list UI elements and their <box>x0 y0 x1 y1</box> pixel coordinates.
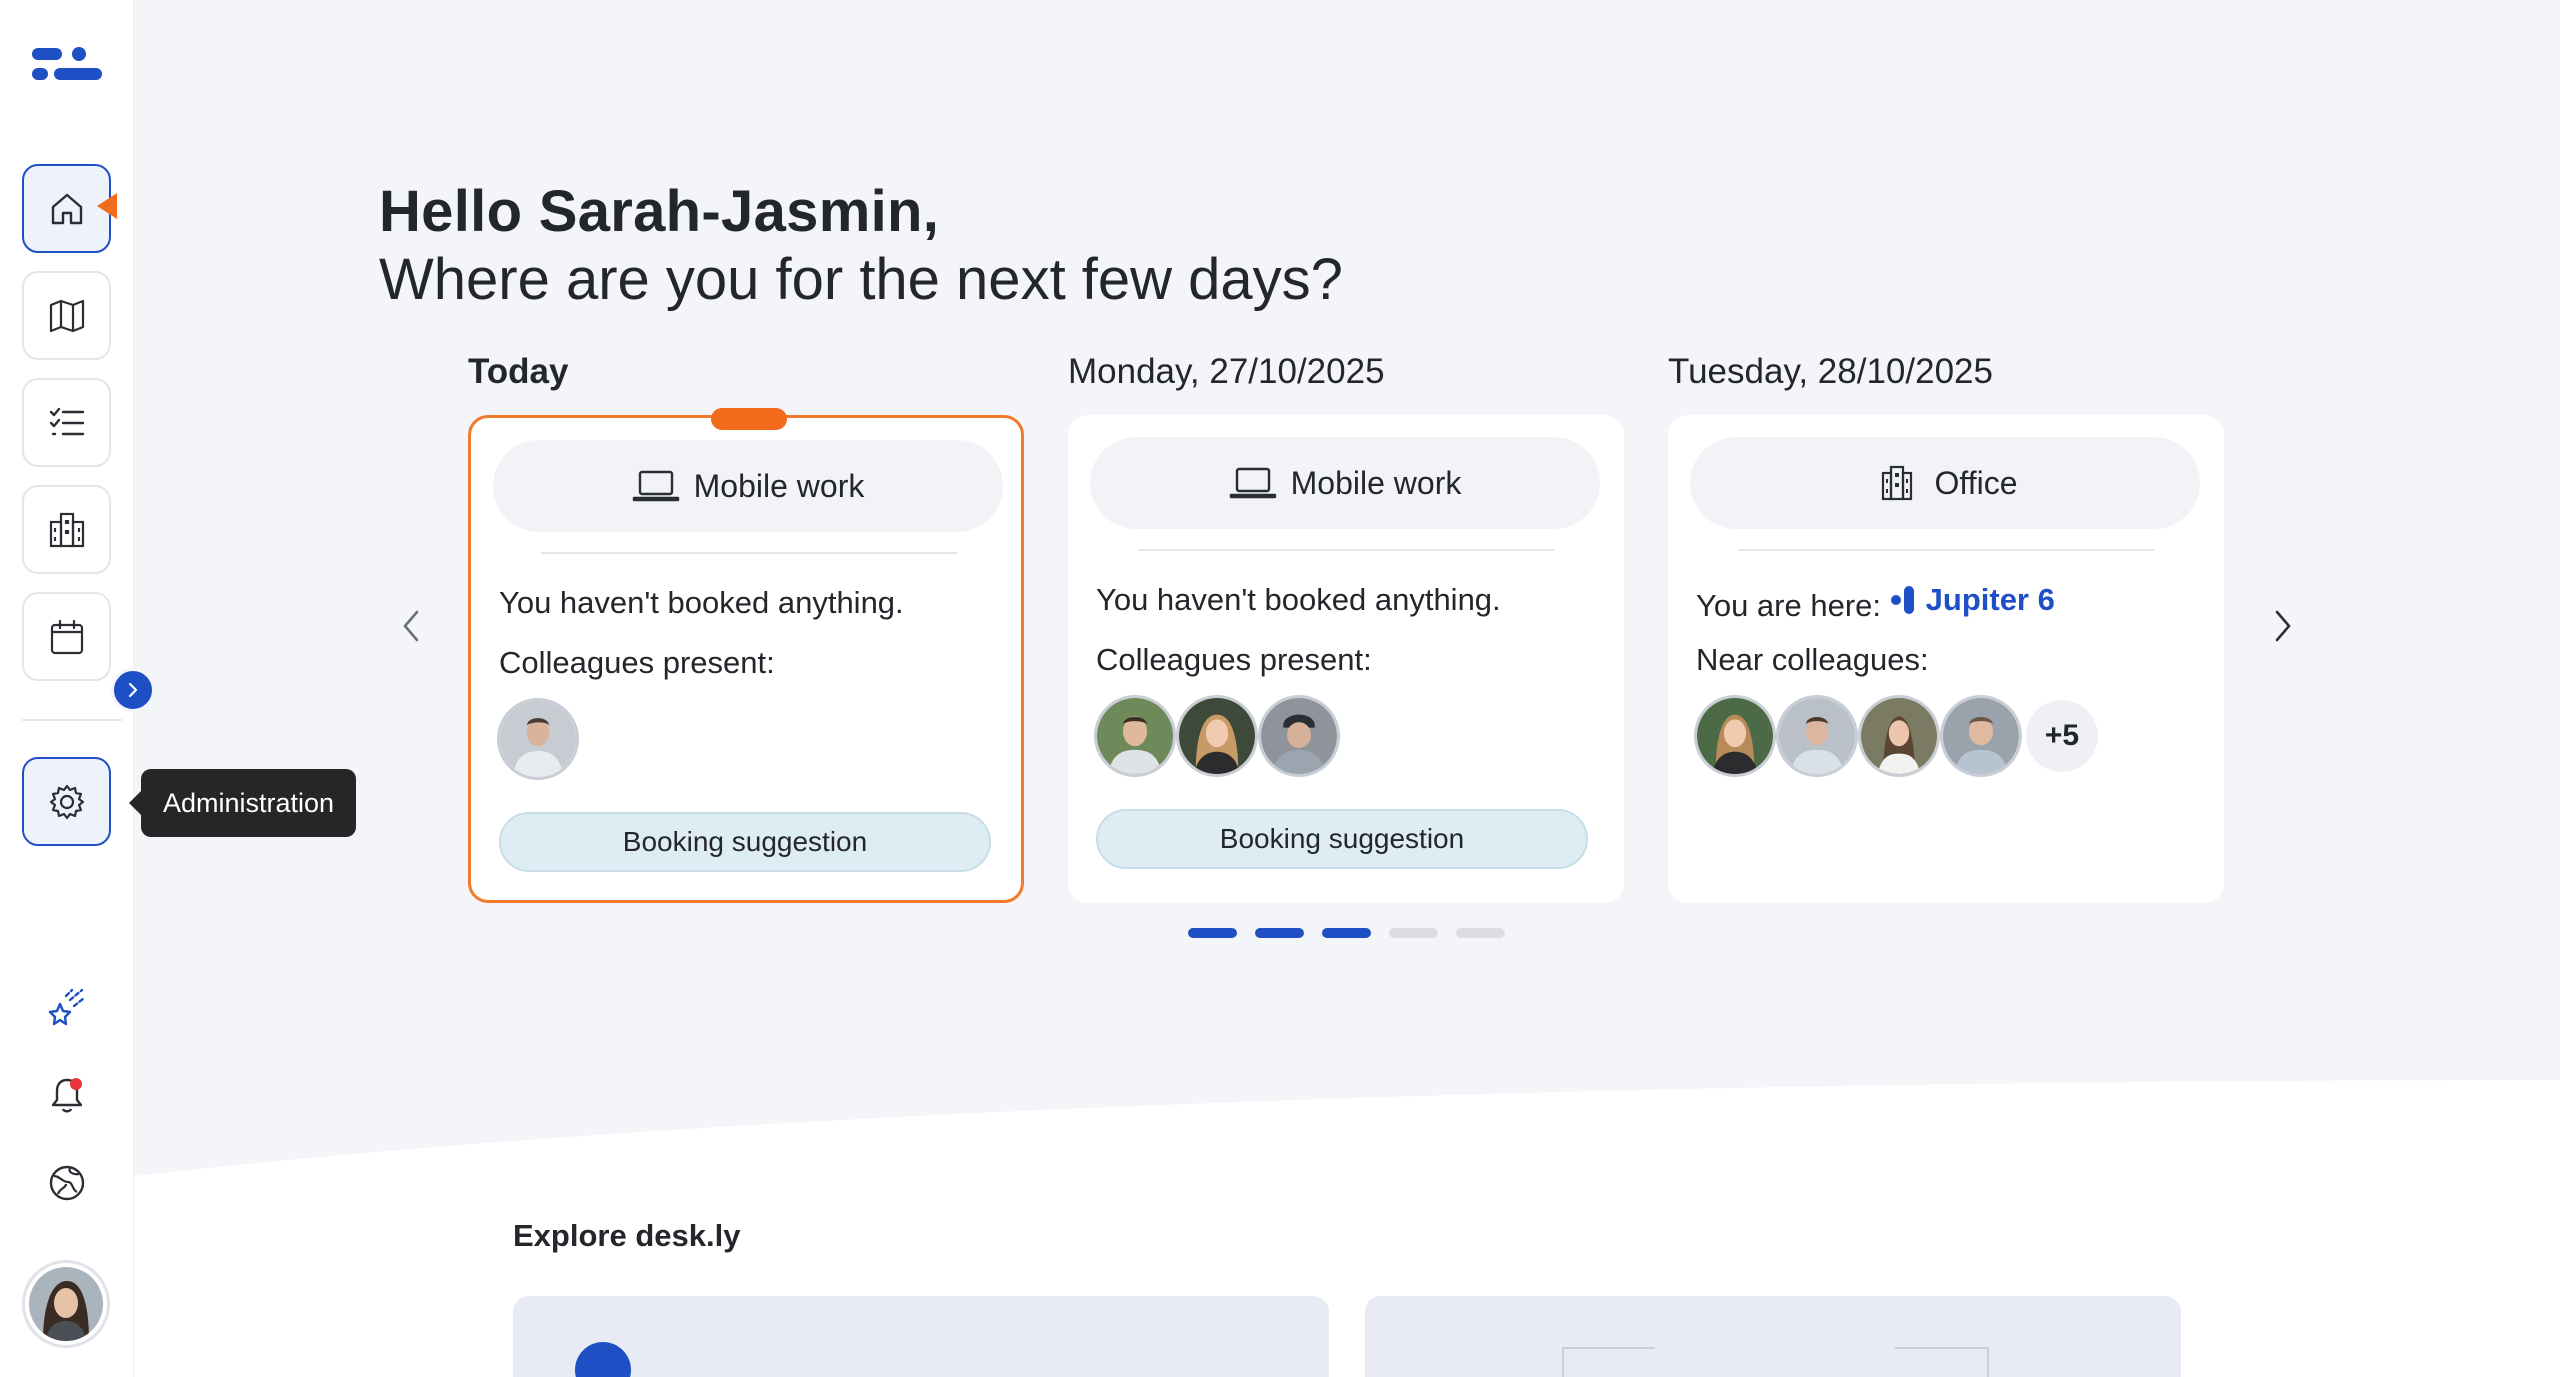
calendar-icon <box>50 619 83 654</box>
greeting-title: Hello Sarah-Jasmin, <box>379 179 940 244</box>
pagination-dot[interactable] <box>1389 928 1438 938</box>
avatar[interactable] <box>1858 695 1940 777</box>
carousel-pagination <box>1188 928 1505 938</box>
avatar[interactable] <box>1094 695 1176 777</box>
colleagues-label: Near colleagues: <box>1696 642 1929 677</box>
avatar[interactable] <box>1776 695 1858 777</box>
chevron-right-icon <box>128 682 138 698</box>
building-icon <box>1881 465 1912 501</box>
nav-tasks-button[interactable] <box>22 378 111 467</box>
nav-map-button[interactable] <box>22 271 111 360</box>
explore-card[interactable] <box>1365 1296 2181 1377</box>
pagination-dot[interactable] <box>1188 928 1237 938</box>
avatar[interactable] <box>1176 695 1258 777</box>
explore-section-title: Explore desk.ly <box>513 1218 741 1253</box>
avatar[interactable] <box>497 698 579 780</box>
day-card-monday[interactable]: Mobile work You haven't booked anything.… <box>1068 415 1624 903</box>
card-divider <box>541 552 957 554</box>
work-mode-selector[interactable]: Mobile work <box>1090 437 1600 529</box>
map-icon <box>49 299 84 332</box>
carousel-prev-button[interactable] <box>392 606 432 646</box>
location-prefix: You are here: <box>1696 588 1882 623</box>
more-colleagues-badge[interactable]: +5 <box>2026 700 2098 772</box>
building-icon <box>49 512 84 547</box>
work-mode-selector[interactable]: Mobile work <box>493 440 1003 532</box>
work-mode-label: Mobile work <box>1290 464 1462 501</box>
whats-new-button[interactable] <box>44 984 90 1030</box>
desk-ly-logo[interactable] <box>30 44 104 84</box>
greeting-subtitle: Where are you for the next few days? <box>379 247 1343 312</box>
active-indicator <box>97 193 117 219</box>
chevron-right-icon <box>2275 610 2291 642</box>
booking-suggestion-button[interactable]: Booking suggestion <box>499 812 991 872</box>
day-card-today[interactable]: Mobile work You haven't booked anything.… <box>468 408 1024 903</box>
card-divider <box>1138 549 1554 551</box>
laptop-icon <box>632 470 679 502</box>
nav-buildings-button[interactable] <box>22 485 111 574</box>
globe-icon <box>49 1165 85 1201</box>
avatar[interactable] <box>1694 695 1776 777</box>
card-divider <box>1738 549 2154 551</box>
location-row: You are here: Jupiter 6 <box>1696 582 2055 624</box>
today-indicator <box>711 408 787 430</box>
avatar[interactable] <box>1258 695 1340 777</box>
colleagues-label: Colleagues present: <box>1096 642 1372 677</box>
section-background-wave <box>134 1080 2560 1377</box>
location-name: Jupiter 6 <box>1925 582 2055 617</box>
home-icon <box>51 193 82 224</box>
gear-icon <box>49 784 84 819</box>
expand-sidebar-button[interactable] <box>111 668 155 712</box>
day-card-tuesday[interactable]: Office You are here: Jupiter 6 Near coll… <box>1668 415 2224 903</box>
explore-card[interactable] <box>513 1296 1329 1377</box>
colleague-avatars <box>497 698 579 780</box>
carousel-next-button[interactable] <box>2262 606 2302 646</box>
nav-administration-button[interactable] <box>22 757 111 846</box>
desk-icon <box>1890 584 1918 616</box>
day-label-today: Today <box>468 352 569 391</box>
explore-card-illustration <box>1562 1347 1989 1377</box>
booking-status: You haven't booked anything. <box>1096 582 1501 617</box>
booking-status: You haven't booked anything. <box>499 585 904 620</box>
pagination-dot[interactable] <box>1456 928 1505 938</box>
language-button[interactable] <box>44 1160 90 1206</box>
chevron-left-icon <box>403 610 419 642</box>
work-mode-selector[interactable]: Office <box>1690 437 2200 529</box>
day-label-monday: Monday, 27/10/2025 <box>1068 352 1385 391</box>
greeting: Hello Sarah-Jasmin, Where are you for th… <box>379 178 1343 314</box>
administration-tooltip: Administration <box>128 769 357 837</box>
nav-calendar-button[interactable] <box>22 592 111 681</box>
laptop-icon <box>1229 467 1276 499</box>
pagination-dot[interactable] <box>1322 928 1371 938</box>
day-label-tuesday: Tuesday, 28/10/2025 <box>1668 352 1993 391</box>
colleague-avatars <box>1094 695 1340 777</box>
pagination-dot[interactable] <box>1255 928 1304 938</box>
sidebar-divider <box>22 719 122 721</box>
explore-card-illustration <box>575 1342 631 1377</box>
user-profile-avatar[interactable] <box>22 1260 110 1348</box>
colleagues-label: Colleagues present: <box>499 645 775 680</box>
booking-suggestion-button[interactable]: Booking suggestion <box>1096 809 1588 869</box>
work-mode-label: Mobile work <box>693 467 865 504</box>
avatar[interactable] <box>1940 695 2022 777</box>
notifications-button[interactable] <box>44 1072 90 1118</box>
sparkle-star-icon <box>48 988 86 1026</box>
work-mode-label: Office <box>1934 464 2018 501</box>
checklist-icon <box>49 407 84 435</box>
bell-icon <box>51 1078 83 1113</box>
location-link[interactable]: Jupiter 6 <box>1890 582 2055 618</box>
colleague-avatars: +5 <box>1694 695 2098 777</box>
